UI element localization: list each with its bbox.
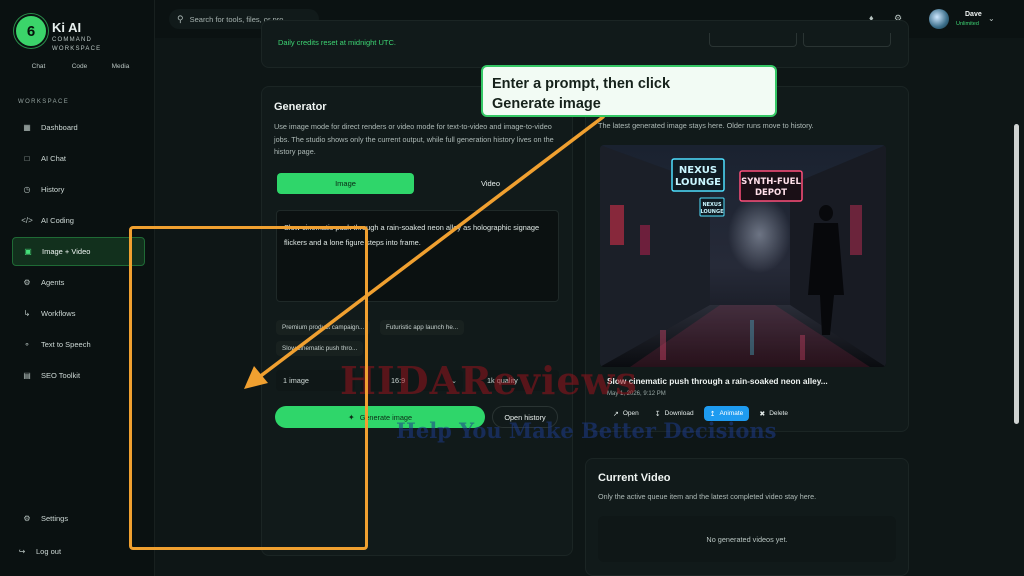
sidebar-item-seo-toolkit[interactable]: ▤ SEO Toolkit	[12, 361, 145, 390]
quality-value: 1k quality	[487, 376, 518, 385]
sidebar-logout: ↪ Log out	[12, 537, 145, 568]
sidebar-item-label: Image + Video	[42, 247, 91, 256]
sidebar-item-dashboard[interactable]: ▦ Dashboard	[12, 113, 145, 142]
neon-sign-text: LOUNGE	[675, 177, 721, 188]
trash-icon: ✖	[759, 410, 766, 418]
tab-image[interactable]: Image	[277, 173, 414, 194]
current-video-title: Current Video	[598, 472, 671, 484]
settings-icon: ⚙	[23, 514, 31, 523]
credits-note: Daily credits reset at midnight UTC.	[278, 38, 396, 47]
logout-label: Log out	[36, 547, 62, 556]
current-video-description: Only the active queue item and the lates…	[598, 492, 817, 501]
callout-line-2: Generate image	[492, 96, 601, 112]
mode-tab-chat[interactable]: Chat	[18, 63, 59, 70]
sidebar-item-label: Settings	[41, 514, 69, 523]
logout-icon: ↪	[18, 547, 26, 556]
tab-video[interactable]: Video	[422, 173, 559, 194]
grid-icon: ▦	[23, 123, 31, 132]
sidebar-item-agents[interactable]: ⚙ Agents	[12, 268, 145, 297]
section-label: WORKSPACE	[18, 99, 70, 105]
mode-tabs: Chat Code Media	[18, 63, 141, 70]
brand-name[interactable]: Ki AI	[52, 20, 81, 35]
aspect-ratio-select[interactable]: 16:9 ⌄	[361, 370, 463, 391]
speech-icon: ⚬	[23, 340, 31, 349]
user-plan: Unlimited	[956, 21, 979, 27]
mode-tab-media[interactable]: Media	[100, 63, 141, 70]
sidebar-item-ai-coding[interactable]: </> AI Coding	[12, 206, 145, 235]
sidebar-item-label: Agents	[41, 278, 65, 287]
latest-image-description: The latest generated image stays here. O…	[598, 121, 814, 130]
sidebar-item-label: Dashboard	[41, 123, 78, 132]
annotation-highlight-box	[129, 226, 368, 550]
mode-toggle: Image Video	[277, 173, 559, 194]
neon-sign-text: NEXUS	[679, 165, 717, 176]
animate-button[interactable]: ↥ Animate	[703, 406, 750, 421]
top-action-button[interactable]	[709, 33, 797, 47]
generated-image[interactable]: NEXUS LOUNGE SYNTH-FUEL DEPOT NEXUS LOUN…	[600, 145, 886, 367]
callout-line-1: Enter a prompt, then click	[492, 76, 671, 92]
upload-icon: ↥	[709, 410, 716, 418]
sidebar-item-workflows[interactable]: ↳ Workflows	[12, 299, 145, 328]
sidebar-item-label: History	[41, 185, 65, 194]
clock-icon: ◷	[23, 185, 31, 194]
chart-icon: ▤	[23, 371, 31, 380]
neon-sign-text: DEPOT	[755, 188, 787, 198]
user-name: Dave	[965, 11, 982, 18]
sidebar-item-ai-chat[interactable]: □ AI Chat	[12, 144, 145, 173]
code-icon: </>	[21, 216, 33, 225]
sidebar-bottom: ⚙ Settings	[12, 504, 145, 535]
prompt-chip[interactable]: Futuristic app launch he...	[380, 320, 465, 335]
sidebar-item-label: AI Coding	[41, 216, 74, 225]
generator-description: Use image mode for direct renders or vid…	[274, 122, 554, 156]
image-caption: Slow cinematic push through a rain-soake…	[607, 376, 828, 386]
chevron-down-icon[interactable]: ⌄	[988, 14, 995, 23]
instruction-callout: Enter a prompt, then click Generate imag…	[481, 65, 777, 117]
neon-sign-text: NEXUS	[702, 202, 722, 208]
download-button[interactable]: ↧ Download	[649, 406, 700, 421]
gear-icon: ⚙	[23, 278, 31, 287]
neon-sign-text: SYNTH-FUEL	[741, 177, 801, 187]
sidebar-nav: ▦ Dashboard □ AI Chat ◷ History </> AI Codin…	[12, 113, 145, 392]
chevron-down-icon: ⌄	[451, 377, 457, 385]
sidebar-item-image-video[interactable]: ▣ Image + Video	[12, 237, 145, 266]
sidebar-item-label: SEO Toolkit	[41, 371, 81, 380]
workflow-icon: ↳	[23, 309, 31, 318]
avatar[interactable]	[929, 9, 949, 29]
generator-title: Generator	[274, 101, 327, 113]
mode-tab-code[interactable]: Code	[59, 63, 100, 70]
sidebar-item-label: Workflows	[41, 309, 76, 318]
neon-sign-text: LOUNGE	[700, 209, 724, 215]
open-button[interactable]: ↗ Open	[607, 406, 645, 421]
quality-select[interactable]: 1k quality	[469, 370, 559, 391]
scrollbar[interactable]	[1014, 124, 1019, 424]
search-icon: ⚲	[177, 13, 184, 24]
chat-icon: □	[24, 154, 30, 163]
step-badge: 6	[14, 14, 48, 48]
sidebar-item-text-to-speech[interactable]: ⚬ Text to Speech	[12, 330, 145, 359]
image-date: May 1, 2026, 9:12 PM	[607, 391, 666, 397]
download-icon: ↧	[654, 410, 661, 418]
brand-subtitle: COMMAND WORKSPACE	[52, 37, 102, 52]
open-history-button[interactable]: Open history	[492, 406, 558, 428]
sidebar-item-label: Text to Speech	[41, 340, 91, 349]
empty-video-state: No generated videos yet.	[598, 516, 896, 562]
image-actions: ↗ Open ↧ Download ↥ Animate ✖ Delete	[607, 406, 794, 421]
aspect-ratio-value: 16:9	[391, 376, 406, 385]
external-link-icon: ↗	[613, 410, 619, 418]
sidebar-item-label: AI Chat	[41, 154, 67, 163]
image-icon: ▣	[24, 247, 32, 256]
sidebar-item-settings[interactable]: ⚙ Settings	[12, 504, 145, 533]
delete-button[interactable]: ✖ Delete	[753, 406, 794, 421]
top-action-button[interactable]	[803, 33, 891, 47]
sidebar-item-history[interactable]: ◷ History	[12, 175, 145, 204]
logout-button[interactable]: ↪ Log out	[12, 537, 145, 566]
